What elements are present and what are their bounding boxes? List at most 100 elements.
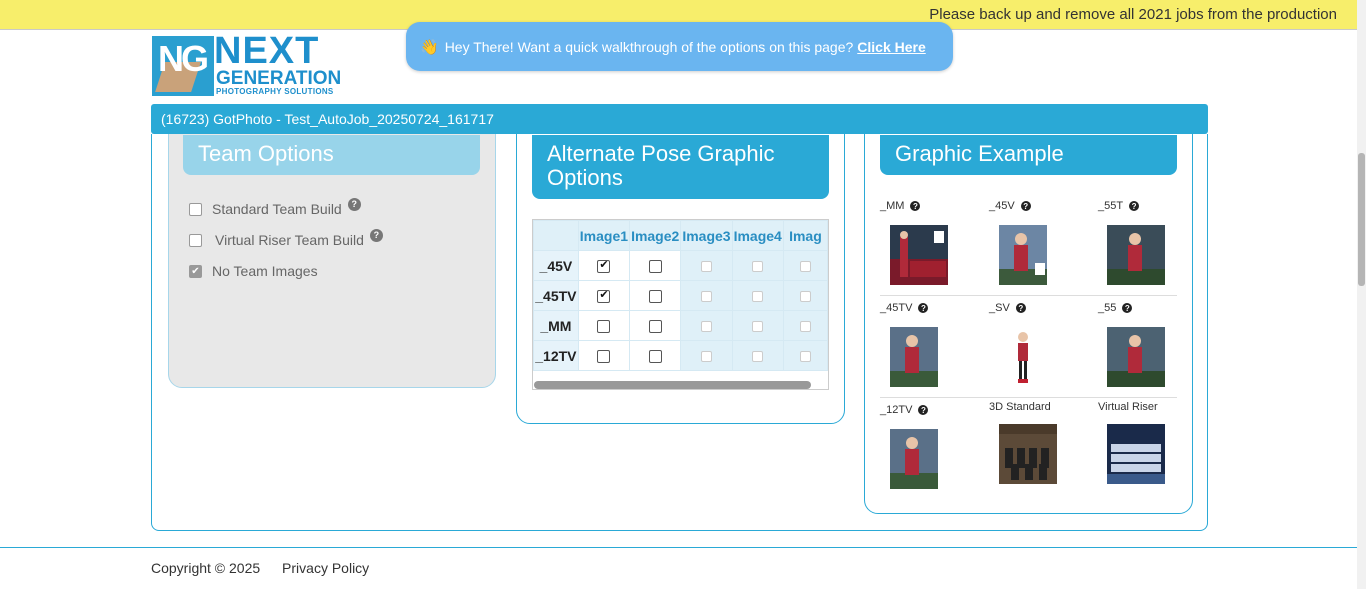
graphic-item: _55T? [1098,199,1197,213]
logo[interactable]: NG NEXT GENERATION PHOTOGRAPHY SOLUTIONS [152,30,347,98]
table-row: _45V [533,250,828,281]
row-label: _12TV [533,340,579,371]
sv-example-image [999,327,1047,387]
graphic-item: 3D Standard [989,400,1088,414]
pose-table-scroll-area[interactable]: Image1 Image2 Image3 Image4 Imag _45V _4… [532,219,829,390]
standard-team-build-checkbox[interactable] [189,202,202,216]
image3-checkbox [700,321,712,333]
virtual-riser-example-image [1107,424,1165,484]
table-row: _12TV [533,340,828,371]
graphic-label: _45TV [880,302,913,314]
image1-checkbox[interactable] [597,320,611,334]
virtual-riser-team-build-checkbox[interactable] [189,233,202,247]
table-row: _MM [533,310,828,341]
graphic-label: _45V [989,200,1015,212]
footer: Copyright © 2025 Privacy Policy [151,560,387,576]
image3-checkbox [700,261,712,273]
45tv-example-image [890,327,938,387]
3d-standard-example-image [999,424,1057,484]
help-icon[interactable]: ? [1129,201,1140,211]
help-icon[interactable]: ? [1015,303,1026,313]
walkthrough-text: Hey There! Want a quick walkthrough of t… [444,38,854,55]
privacy-policy-link[interactable]: Privacy Policy [282,560,369,576]
image5-checkbox [799,291,811,303]
graphic-item: _45TV? [880,301,979,315]
team-options-panel: Team Options Standard Team Build ? Virtu… [168,134,496,388]
logo-subtitle-text: PHOTOGRAPHY SOLUTIONS [216,87,334,96]
column-header: Image3 [680,220,733,251]
help-icon[interactable]: ? [347,197,361,211]
image4-checkbox [752,261,764,273]
image2-checkbox[interactable] [648,290,662,304]
image3-checkbox [700,351,712,363]
graphic-item: _SV? [989,301,1088,315]
waving-hand-icon: 👋 [420,38,439,56]
scrollbar-thumb[interactable] [1358,153,1365,286]
mm-example-image [890,225,948,285]
help-icon[interactable]: ? [910,201,921,211]
help-icon[interactable]: ? [918,303,929,313]
help-icon[interactable]: ? [1122,303,1133,313]
horizontal-scrollbar[interactable] [534,381,811,389]
option-label: Virtual Riser Team Build [215,232,364,248]
walkthrough-prompt: 👋 Hey There! Want a quick walkthrough of… [406,22,953,71]
image1-checkbox[interactable] [597,350,611,364]
graphic-label: _SV [989,302,1010,314]
graphic-item: _55? [1098,301,1197,315]
graphic-label: _12TV [880,404,913,416]
image1-checkbox[interactable] [597,288,611,304]
logo-mark: NG [152,36,214,96]
footer-divider [0,547,1359,548]
help-icon[interactable]: ? [918,405,929,415]
no-team-images-option[interactable]: ✔ No Team Images [189,263,318,279]
graphic-label: 3D Standard [989,401,1051,413]
image1-checkbox[interactable] [597,258,611,274]
walkthrough-click-here-link[interactable]: Click Here [857,39,925,55]
graphic-label: Virtual Riser [1098,401,1158,413]
job-title-bar: (16723) GotPhoto - Test_AutoJob_20250724… [151,104,1208,134]
virtual-riser-team-build-option[interactable]: Virtual Riser Team Build ? [189,228,383,248]
pose-table: Image1 Image2 Image3 Image4 Imag _45V _4… [533,220,828,371]
55t-example-image [1107,225,1165,285]
alternate-pose-title: Alternate Pose Graphic Options [532,135,829,199]
column-header: Image2 [629,220,682,251]
row-label: _45TV [533,280,579,311]
45v-example-image [999,225,1047,285]
image3-checkbox [700,291,712,303]
standard-team-build-option[interactable]: Standard Team Build ? [189,197,361,217]
help-icon[interactable]: ? [369,228,383,242]
image5-checkbox [799,351,811,363]
table-row: _45TV [533,280,828,311]
column-header: Imag [782,220,828,251]
table-corner [533,220,579,251]
graphic-label: _55 [1098,302,1117,314]
job-title: (16723) GotPhoto - Test_AutoJob_20250724… [161,111,494,127]
column-header: Image1 [577,220,631,251]
column-header: Image4 [731,220,784,251]
graphic-item: Virtual Riser [1098,400,1197,414]
graphic-label: _MM [880,200,905,212]
options-container: Team Options Standard Team Build ? Virtu… [151,134,1208,531]
logo-next-text: NEXT [214,30,320,72]
row-label: _MM [533,310,579,341]
image4-checkbox [752,351,764,363]
graphic-item: _MM? [880,199,979,213]
graphic-item: _12TV? [880,403,979,417]
image2-checkbox[interactable] [648,320,662,334]
option-label: Standard Team Build [212,201,342,217]
option-label: No Team Images [212,263,318,279]
team-options-title: Team Options [183,135,480,175]
12tv-example-image [890,429,938,489]
help-icon[interactable]: ? [1020,201,1031,211]
image2-checkbox[interactable] [648,350,662,364]
image5-checkbox [799,261,811,273]
alternate-pose-panel: Alternate Pose Graphic Options Image1 Im… [516,134,845,424]
image5-checkbox [799,321,811,333]
banner-text: Please back up and remove all 2021 jobs … [929,6,1337,23]
image2-checkbox[interactable] [648,260,662,274]
no-team-images-checkbox[interactable]: ✔ [189,264,202,278]
copyright-text: Copyright © 2025 [151,560,261,576]
vertical-scrollbar[interactable] [1357,0,1366,589]
graphic-example-title: Graphic Example [880,135,1177,175]
graphic-item: _45V? [989,199,1088,213]
